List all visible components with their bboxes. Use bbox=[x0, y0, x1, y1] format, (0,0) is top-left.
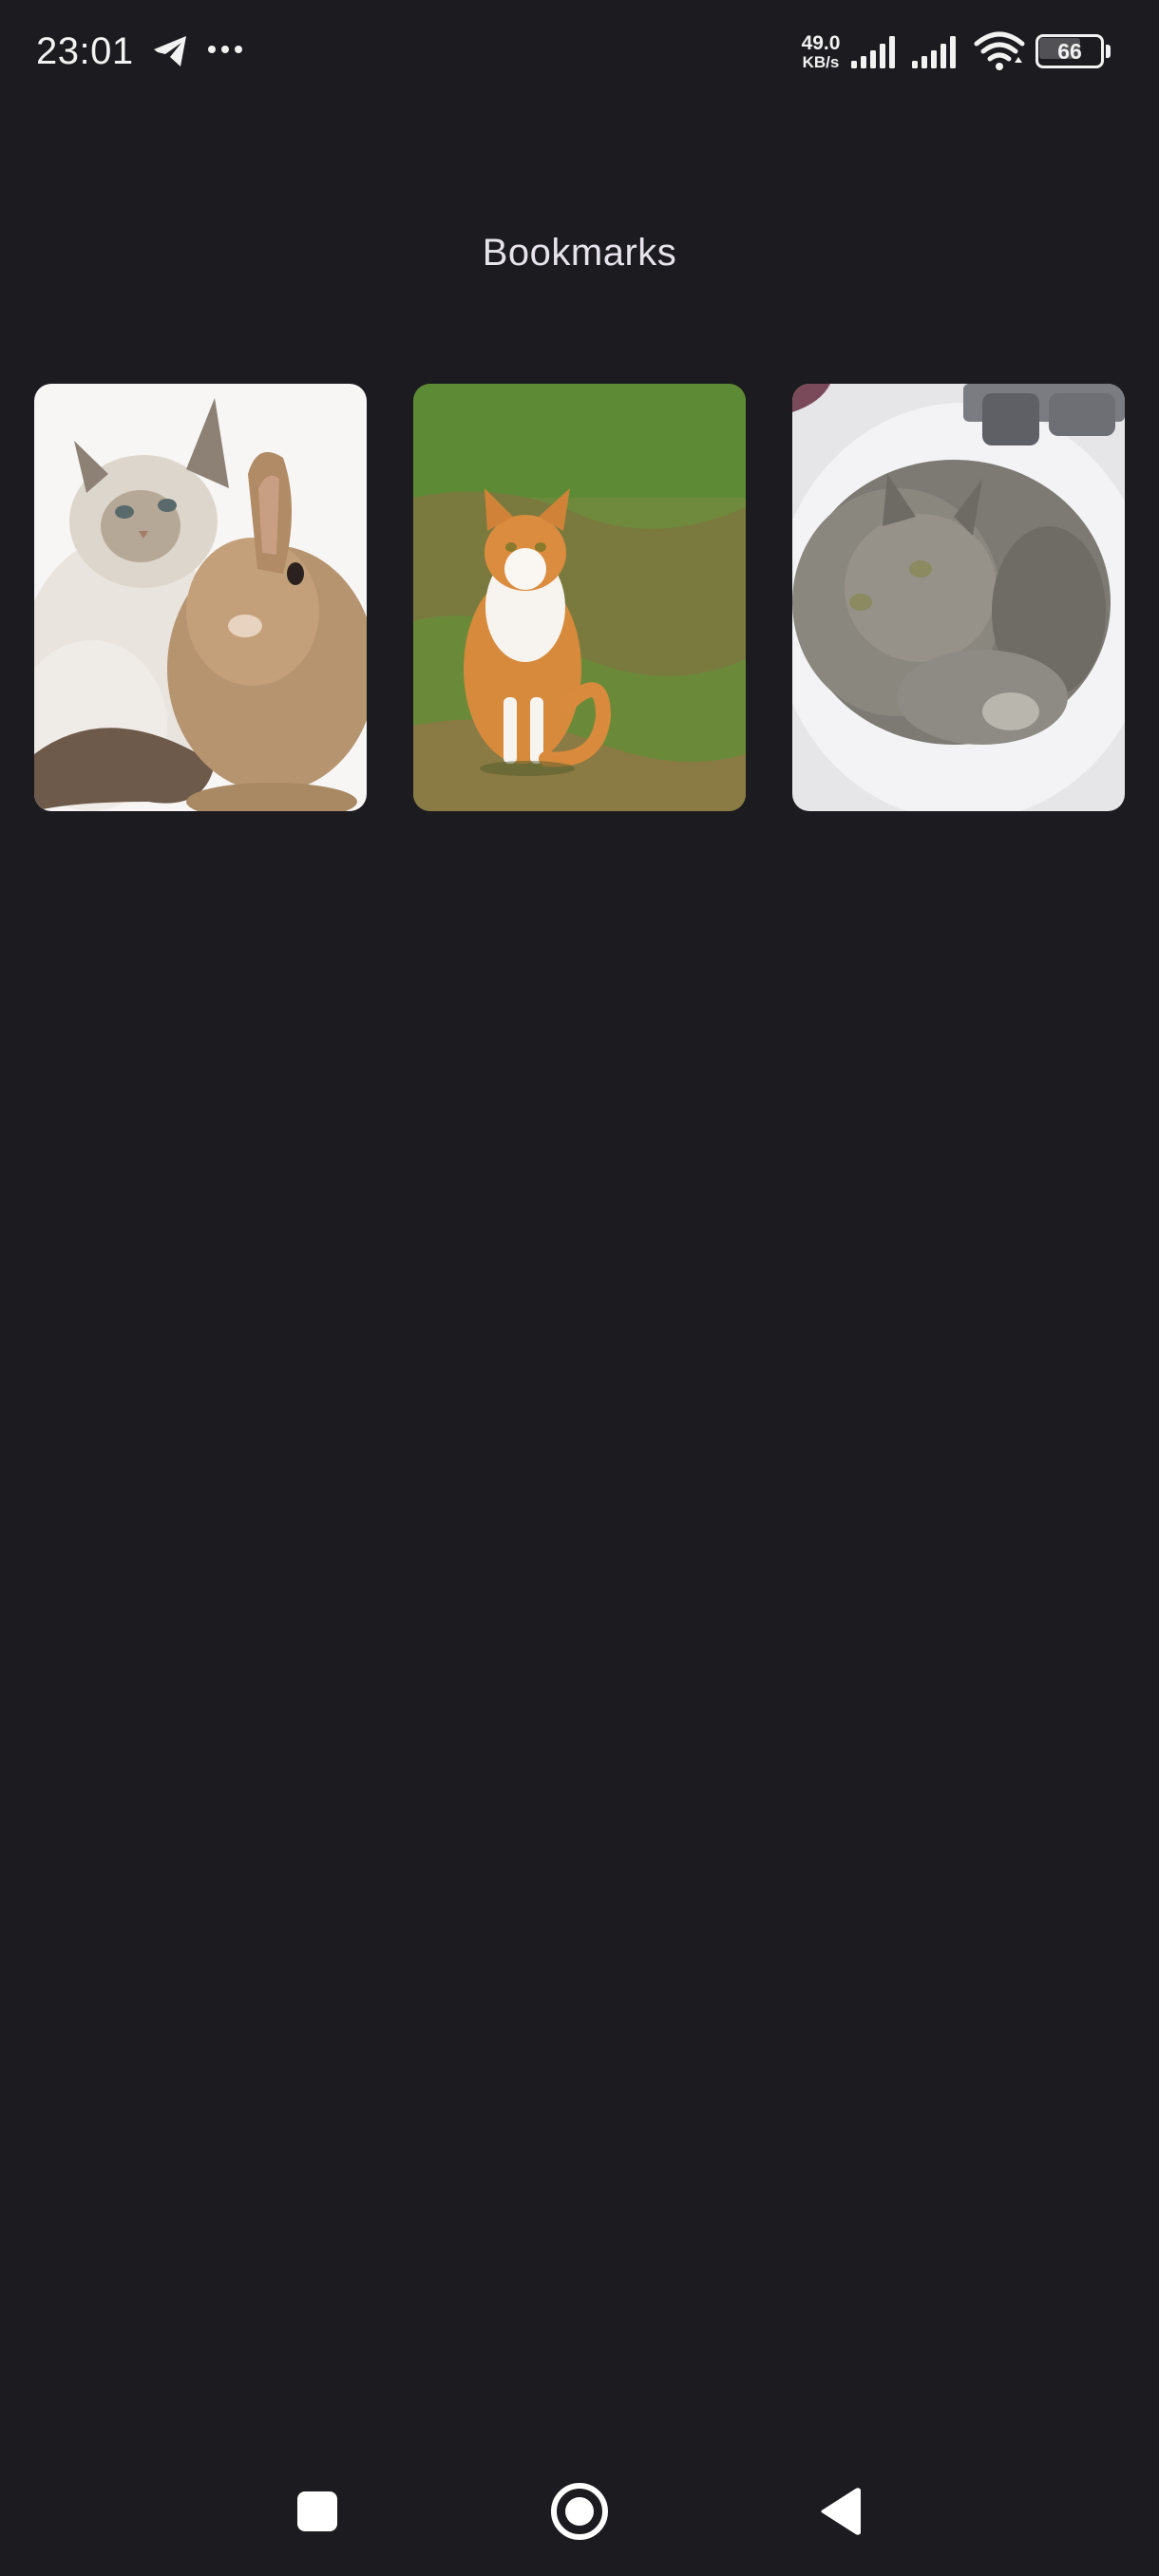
network-speed-value: 49.0 bbox=[801, 32, 841, 54]
telegram-icon bbox=[154, 36, 186, 66]
signal-icon bbox=[851, 36, 895, 68]
more-dots-icon bbox=[208, 46, 242, 53]
status-time: 23:01 bbox=[36, 30, 134, 72]
battery-nub bbox=[1106, 45, 1111, 58]
battery-icon: 66 bbox=[1036, 34, 1112, 68]
kitten-and-rabbit-photo bbox=[34, 384, 367, 811]
recents-square-icon[interactable] bbox=[297, 2491, 337, 2531]
bookmark-thumbnail-kitten-rabbit[interactable] bbox=[34, 384, 367, 811]
home-circle-icon[interactable] bbox=[551, 2483, 608, 2540]
system-nav-bar bbox=[0, 2451, 1159, 2565]
network-speed-unit: KB/s bbox=[802, 53, 840, 71]
orange-white-cat-on-grass-photo bbox=[413, 384, 746, 811]
battery-level: 66 bbox=[1057, 39, 1082, 64]
signal-icon bbox=[912, 36, 956, 68]
wifi-icon bbox=[974, 31, 1025, 70]
status-bar: 23:01 49.0 KB/s 66 bbox=[0, 0, 1159, 104]
network-speed: 49.0 KB/s bbox=[794, 32, 847, 72]
bookmarks-grid bbox=[34, 384, 1125, 811]
bookmark-thumbnail-gray-cat[interactable] bbox=[792, 384, 1125, 811]
gray-cat-in-sink-photo bbox=[792, 384, 1125, 811]
page-title: Bookmarks bbox=[482, 232, 677, 274]
bookmark-thumbnail-orange-cat[interactable] bbox=[413, 384, 746, 811]
back-triangle-icon[interactable] bbox=[819, 2487, 861, 2536]
screen: 23:01 49.0 KB/s 66 Bookmarks bbox=[0, 0, 1159, 2576]
home-circle-inner bbox=[565, 2497, 594, 2526]
